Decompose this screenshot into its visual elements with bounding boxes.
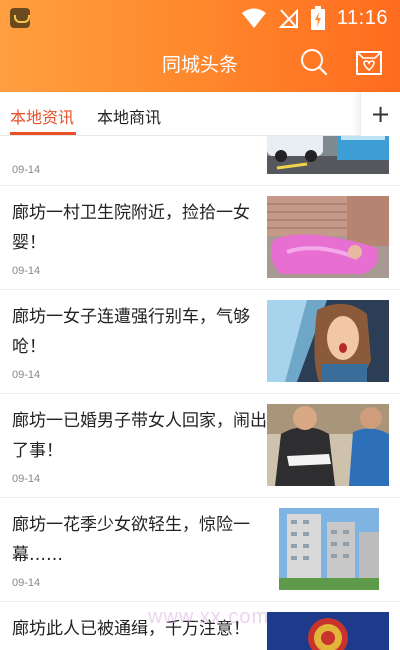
- news-thumbnail: [267, 300, 389, 382]
- news-date: 09-14: [12, 577, 41, 589]
- battery-charging-icon: [310, 6, 325, 30]
- news-date: 09-14: [12, 473, 41, 485]
- wifi-icon: [241, 7, 267, 29]
- news-item[interactable]: 廊坊一女子连遭强行别车，气够呛！ 09-14: [0, 290, 400, 394]
- plus-icon: +: [370, 100, 391, 128]
- heart-tray-icon: [356, 51, 382, 75]
- add-category-button[interactable]: +: [360, 92, 400, 136]
- status-icons: 11:16: [241, 5, 388, 31]
- news-item[interactable]: 廊坊一已婚男子带女人回家，闹出了事！ 09-14: [0, 394, 400, 498]
- watermark: www.xx.com: [148, 606, 270, 628]
- favorites-button[interactable]: [354, 48, 384, 76]
- search-button[interactable]: [300, 48, 328, 76]
- news-item[interactable]: 廊坊一花季少女欲轻生，惊险一幕…… 09-14: [0, 498, 400, 602]
- search-icon: [301, 49, 328, 76]
- news-title: 对，真是恶开！: [12, 136, 268, 144]
- news-list: 对，真是恶开！ 09-14 廊坊一村卫生院附近，捡拾一女婴！ 09-14: [0, 136, 400, 650]
- news-title: 廊坊一女子连遭强行别车，气够呛！: [12, 307, 250, 357]
- no-signal-icon: [278, 7, 299, 29]
- app-header: 11:16 同城头条: [0, 0, 400, 92]
- app-notification-icon: [10, 8, 30, 28]
- status-clock: 11:16: [336, 6, 388, 29]
- tab-local-news[interactable]: 本地资讯: [10, 104, 74, 128]
- news-item[interactable]: 对，真是恶开！ 09-14: [0, 136, 400, 186]
- news-title: 廊坊一花季少女欲轻生，惊险一幕……: [12, 515, 250, 565]
- tab-local-business[interactable]: 本地商讯: [97, 104, 161, 128]
- news-thumbnail: [267, 196, 389, 278]
- page-title: 同城头条: [161, 54, 238, 76]
- category-tabs: 本地资讯 本地商讯 +: [0, 92, 400, 136]
- news-thumbnail: [267, 612, 389, 650]
- news-item[interactable]: 廊坊一村卫生院附近，捡拾一女婴！ 09-14: [0, 186, 400, 290]
- news-date: 09-14: [12, 369, 41, 381]
- active-tab-indicator: [10, 132, 76, 135]
- news-date: 09-14: [12, 265, 41, 277]
- news-title: 廊坊一已婚男子带女人回家，闹出了事！: [12, 411, 267, 461]
- news-thumbnail: [267, 404, 389, 486]
- news-date: 09-14: [12, 164, 41, 176]
- news-thumbnail: [279, 508, 379, 590]
- news-thumbnail: [267, 136, 389, 174]
- status-bar: 11:16: [0, 0, 400, 36]
- news-title: 廊坊一村卫生院附近，捡拾一女婴！: [12, 203, 250, 253]
